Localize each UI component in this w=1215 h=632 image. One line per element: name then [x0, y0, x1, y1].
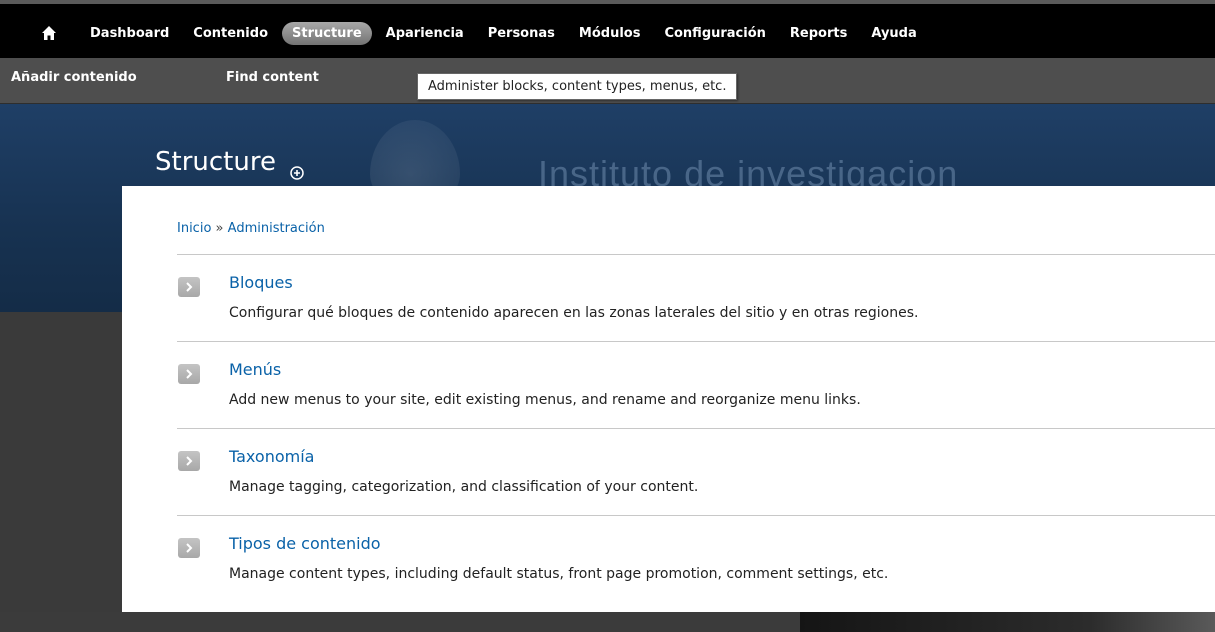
toolbar-item-reports[interactable]: Reports: [780, 22, 857, 45]
admin-item-tipos-de-contenido: Tipos de contenido Manage content types,…: [177, 515, 1215, 602]
admin-item-description: Manage tagging, categorization, and clas…: [229, 479, 699, 495]
admin-item-menus: Menús Add new menus to your site, edit e…: [177, 341, 1215, 428]
admin-item-title[interactable]: Menús: [229, 360, 281, 379]
breadcrumb-separator: »: [215, 221, 224, 236]
shortcut-add-content[interactable]: Añadir contenido: [11, 70, 137, 85]
chevron-right-icon: [178, 538, 200, 558]
admin-item-taxonomia: Taxonomía Manage tagging, categorization…: [177, 428, 1215, 515]
admin-item-title[interactable]: Taxonomía: [229, 447, 314, 466]
structure-tooltip: Administer blocks, content types, menus,…: [417, 73, 738, 100]
add-shortcut-icon[interactable]: [290, 157, 304, 180]
admin-item-description: Manage content types, including default …: [229, 566, 889, 582]
toolbar-item-contenido[interactable]: Contenido: [183, 22, 278, 45]
chevron-right-icon: [178, 277, 200, 297]
admin-item-bloques: Bloques Configurar qué bloques de conten…: [177, 254, 1215, 341]
toolbar-item-structure[interactable]: Structure: [282, 21, 372, 45]
admin-toolbar: Dashboard Contenido Structure Apariencia…: [0, 0, 1215, 58]
page-title-wrapper: Structure: [155, 147, 304, 180]
admin-item-title[interactable]: Tipos de contenido: [229, 534, 381, 553]
chevron-right-icon: [178, 364, 200, 384]
admin-item-description: Add new menus to your site, edit existin…: [229, 392, 861, 408]
toolbar-item-dashboard[interactable]: Dashboard: [80, 22, 179, 45]
toolbar-item-apariencia[interactable]: Apariencia: [376, 22, 474, 45]
toolbar-menu: Dashboard Contenido Structure Apariencia…: [0, 18, 931, 48]
content-panel: Inicio » Administración Bloques Configur…: [122, 186, 1215, 612]
breadcrumb-current[interactable]: Administración: [228, 221, 325, 236]
toolbar-item-personas[interactable]: Personas: [478, 22, 565, 45]
home-icon[interactable]: [30, 20, 68, 46]
shortcut-find-content[interactable]: Find content: [226, 70, 319, 85]
toolbar-item-modulos[interactable]: Módulos: [569, 22, 651, 45]
breadcrumb-home[interactable]: Inicio: [177, 221, 211, 236]
page-title: Structure: [155, 147, 276, 177]
toolbar-item-ayuda[interactable]: Ayuda: [861, 22, 926, 45]
admin-item-description: Configurar qué bloques de contenido apar…: [229, 305, 919, 321]
breadcrumb: Inicio » Administración: [177, 221, 325, 236]
admin-list: Bloques Configurar qué bloques de conten…: [177, 254, 1215, 602]
background-image: [800, 612, 1215, 632]
toolbar-item-configuracion[interactable]: Configuración: [654, 22, 775, 45]
admin-item-title[interactable]: Bloques: [229, 273, 293, 292]
chevron-right-icon: [178, 451, 200, 471]
